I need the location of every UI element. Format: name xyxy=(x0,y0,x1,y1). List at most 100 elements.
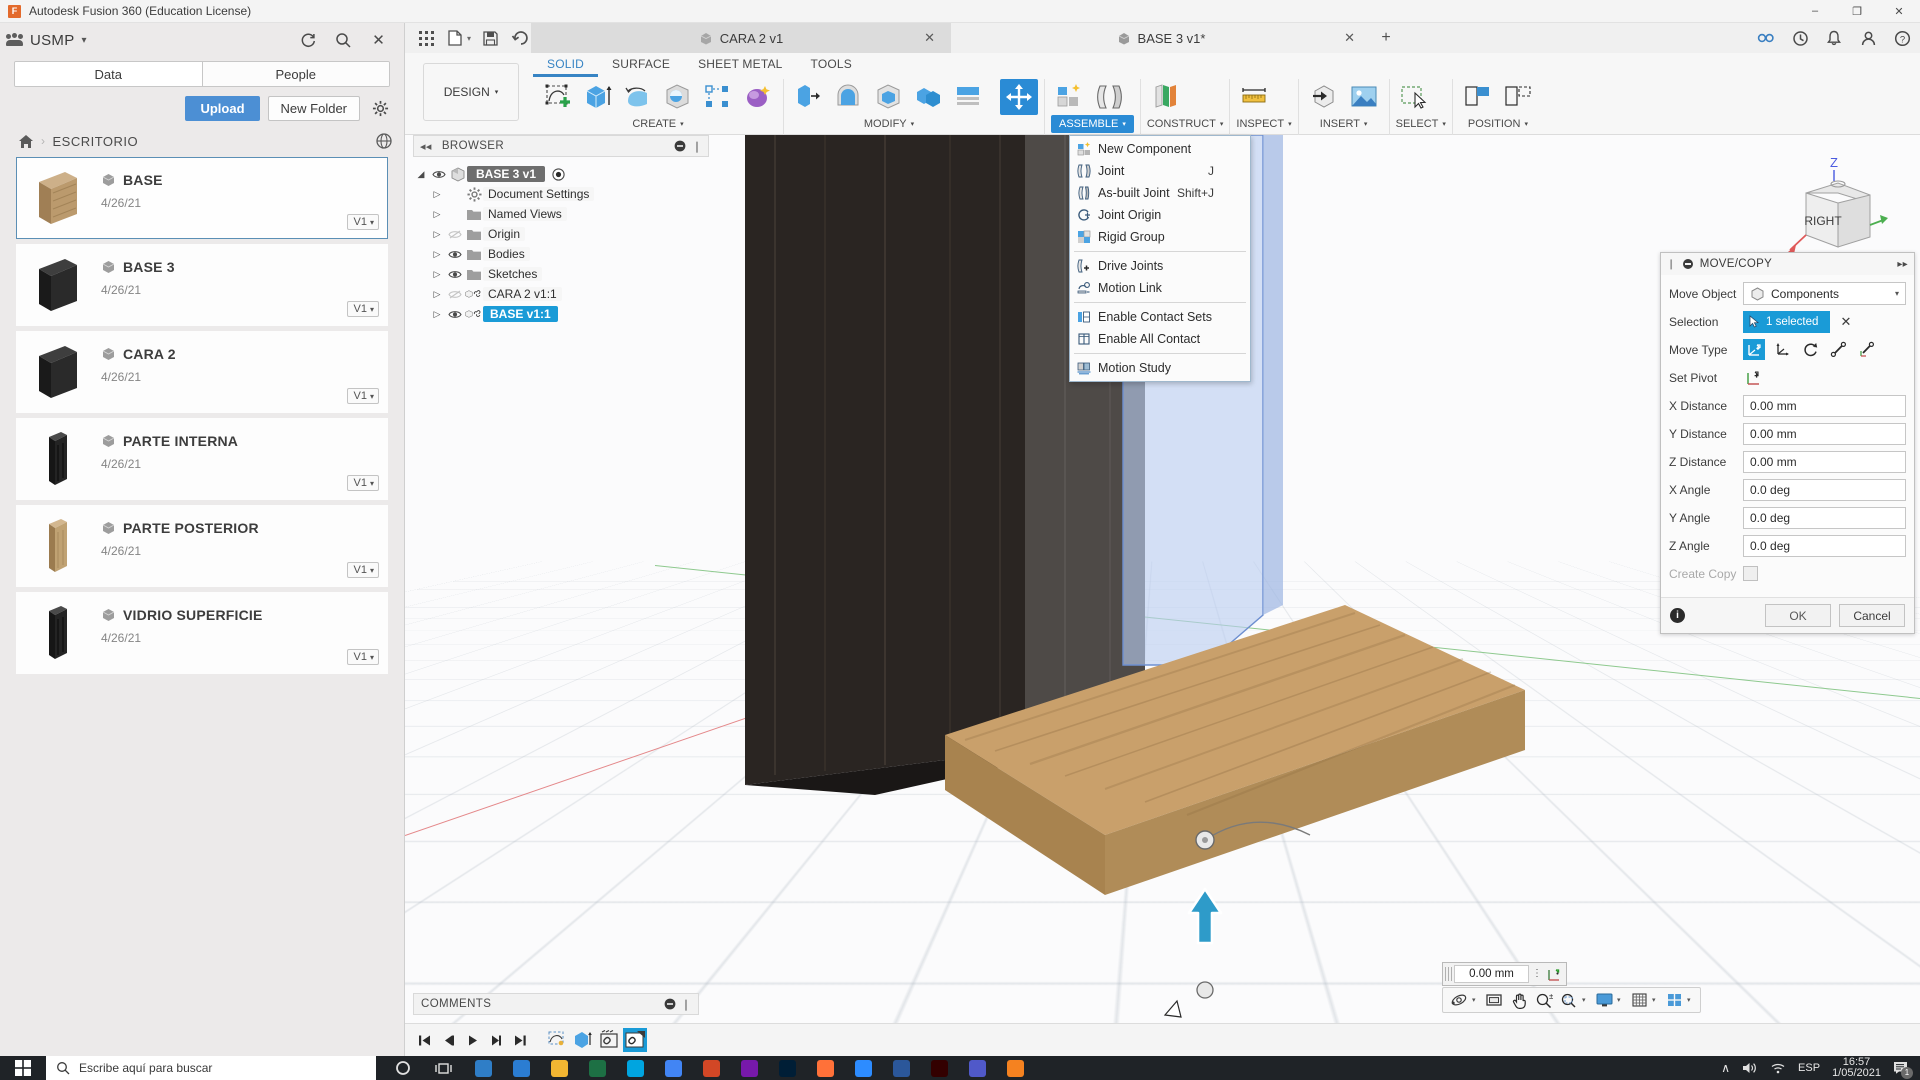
undo-icon[interactable] xyxy=(506,26,532,50)
free-move-icon[interactable] xyxy=(1743,339,1765,360)
create-sketch-icon[interactable] xyxy=(539,79,577,115)
skip-end-icon[interactable] xyxy=(509,1028,531,1052)
expand-arrow-icon[interactable]: ▷ xyxy=(429,309,445,320)
bell-icon[interactable] xyxy=(1824,28,1844,48)
maximize-button[interactable]: ❐ xyxy=(1836,0,1878,23)
globe-grid-icon[interactable] xyxy=(376,133,392,149)
ribbon-group-assemble-label[interactable]: ASSEMBLE ▾ xyxy=(1051,115,1134,133)
item-version-dropdown[interactable]: V1 ▾ xyxy=(346,388,379,404)
expand-arrow-icon[interactable]: ▷ xyxy=(429,249,445,260)
field-input[interactable]: 0.0 deg xyxy=(1743,534,1906,557)
grip-icon[interactable]: ❙ xyxy=(681,998,691,1011)
construct-plane-icon[interactable] xyxy=(1147,79,1185,115)
revolve-icon[interactable] xyxy=(619,79,657,115)
display-settings-icon[interactable] xyxy=(1592,989,1616,1011)
new-component-icon[interactable] xyxy=(1051,79,1089,115)
expand-icon[interactable]: ▸▸ xyxy=(1897,259,1908,270)
file-icon[interactable] xyxy=(442,26,468,50)
shell-icon[interactable] xyxy=(870,79,908,115)
zoom-app-icon[interactable] xyxy=(844,1056,882,1080)
teams-icon[interactable] xyxy=(958,1056,996,1080)
ribbon-tab-sheet-metal[interactable]: SHEET METAL xyxy=(684,53,796,77)
select-icon[interactable] xyxy=(1396,79,1434,115)
view-cube[interactable]: Z RIGHT xyxy=(1772,147,1902,267)
field-input[interactable]: 0.00 mm xyxy=(1743,422,1906,445)
powerpoint-icon[interactable] xyxy=(692,1056,730,1080)
timeline-feature-extrude[interactable] xyxy=(571,1028,595,1052)
onenote-icon[interactable] xyxy=(730,1056,768,1080)
breadcrumb-folder[interactable]: ESCRITORIO xyxy=(53,134,139,149)
point-to-position-icon[interactable] xyxy=(1855,339,1877,360)
visibility-eye-icon[interactable] xyxy=(445,249,465,260)
ribbon-group-select-label[interactable]: SELECT ▾ xyxy=(1396,115,1446,133)
visibility-eye-icon[interactable] xyxy=(445,289,465,300)
browser-node-base-v1-1[interactable]: ▷ BASE v1:1 xyxy=(413,304,709,324)
set-pivot-icon[interactable] xyxy=(1743,369,1763,387)
play-icon[interactable] xyxy=(461,1028,483,1052)
browser-node-named-views[interactable]: ▷ Named Views xyxy=(413,204,709,224)
assemble-menu-item-joint-origin[interactable]: Joint Origin xyxy=(1070,204,1250,226)
wifi-icon[interactable] xyxy=(1770,1061,1786,1075)
grid-snaps-caret-icon[interactable]: ▾ xyxy=(1652,996,1661,1004)
hub-dropdown-caret-icon[interactable]: ▾ xyxy=(82,35,87,46)
browser-node-cara-2-v1-1[interactable]: ▷ CARA 2 v1:1 xyxy=(413,284,709,304)
extensions-icon[interactable] xyxy=(1756,28,1776,48)
item-version-dropdown[interactable]: V1 ▾ xyxy=(346,649,379,665)
manipulator-options-icon[interactable]: ⋮ xyxy=(1531,969,1543,979)
list-item[interactable]: BASE 4/26/21 V1 ▾ xyxy=(16,157,388,239)
point-to-point-icon[interactable] xyxy=(1827,339,1849,360)
timeline-feature-move-copy[interactable] xyxy=(623,1028,647,1052)
assemble-menu-item-as-built-joint[interactable]: As-built Joint Shift+J xyxy=(1070,182,1250,204)
press-pull-icon[interactable] xyxy=(790,79,828,115)
tab-data[interactable]: Data xyxy=(15,62,202,86)
app-grid-icon[interactable] xyxy=(413,26,439,50)
viewports-icon[interactable] xyxy=(1662,989,1686,1011)
visibility-eye-icon[interactable] xyxy=(445,229,465,240)
minimize-button[interactable]: – xyxy=(1794,0,1836,23)
list-item[interactable]: CARA 2 4/26/21 V1 ▾ xyxy=(16,331,388,413)
manipulator-distance-input[interactable]: 0.00 mm ⋮ xyxy=(1442,962,1567,986)
cortana-icon[interactable] xyxy=(384,1056,422,1080)
volume-icon[interactable] xyxy=(1742,1061,1758,1075)
assemble-menu-item-rigid-group[interactable]: Rigid Group xyxy=(1070,226,1250,248)
create-copy-checkbox[interactable] xyxy=(1743,566,1758,581)
ribbon-group-construct-label[interactable]: CONSTRUCT ▾ xyxy=(1147,115,1224,133)
browser-node-sketches[interactable]: ▷ Sketches xyxy=(413,264,709,284)
triad-move-icon[interactable] xyxy=(1543,967,1566,982)
doc-tab-close-icon[interactable]: ✕ xyxy=(924,30,935,46)
ribbon-tab-surface[interactable]: SURFACE xyxy=(598,53,684,77)
assemble-menu-item-enable-all-contact[interactable]: Enable All Contact xyxy=(1070,328,1250,350)
selection-badge[interactable]: 1 selected xyxy=(1743,310,1831,333)
doc-tab-close-icon[interactable]: ✕ xyxy=(1344,30,1355,46)
create-form-icon[interactable] xyxy=(739,79,777,115)
orbit-icon[interactable] xyxy=(1447,989,1471,1011)
translate-icon[interactable] xyxy=(1771,339,1793,360)
comments-panel[interactable]: COMMENTS ❙ xyxy=(413,993,699,1015)
fit-icon[interactable] xyxy=(1482,989,1506,1011)
timeline-feature-rigid-group[interactable] xyxy=(597,1028,621,1052)
visibility-eye-icon[interactable] xyxy=(445,309,465,320)
clear-selection-icon[interactable]: ✕ xyxy=(1840,314,1851,330)
assemble-menu-item-enable-contact-sets[interactable]: Enable Contact Sets xyxy=(1070,306,1250,328)
collapse-icon[interactable] xyxy=(1682,259,1693,269)
home-icon[interactable] xyxy=(18,134,34,149)
windows-start-icon[interactable] xyxy=(0,1056,46,1080)
list-item[interactable]: PARTE INTERNA 4/26/21 V1 ▾ xyxy=(16,418,388,500)
new-document-tab-button[interactable]: + xyxy=(1371,23,1401,53)
close-data-panel-icon[interactable]: ✕ xyxy=(369,31,388,50)
chrome-icon[interactable] xyxy=(654,1056,692,1080)
revert-position-icon[interactable] xyxy=(1499,79,1537,115)
skip-start-icon[interactable] xyxy=(413,1028,435,1052)
collapse-icon[interactable]: ◂◂ xyxy=(420,140,432,153)
pattern-icon[interactable] xyxy=(699,79,737,115)
cancel-button[interactable]: Cancel xyxy=(1839,604,1905,627)
notifications-icon[interactable]: 1 xyxy=(1893,1061,1913,1079)
close-button[interactable]: ✕ xyxy=(1878,0,1920,23)
info-icon[interactable]: i xyxy=(1670,608,1685,623)
new-folder-button[interactable]: New Folder xyxy=(267,96,360,121)
fusion360-icon[interactable] xyxy=(996,1056,1034,1080)
help-icon[interactable]: ? xyxy=(1892,28,1912,48)
ribbon-group-create-label[interactable]: CREATE ▾ xyxy=(539,115,777,133)
photoshop-icon[interactable] xyxy=(768,1056,806,1080)
list-item[interactable]: BASE 3 4/26/21 V1 ▾ xyxy=(16,244,388,326)
